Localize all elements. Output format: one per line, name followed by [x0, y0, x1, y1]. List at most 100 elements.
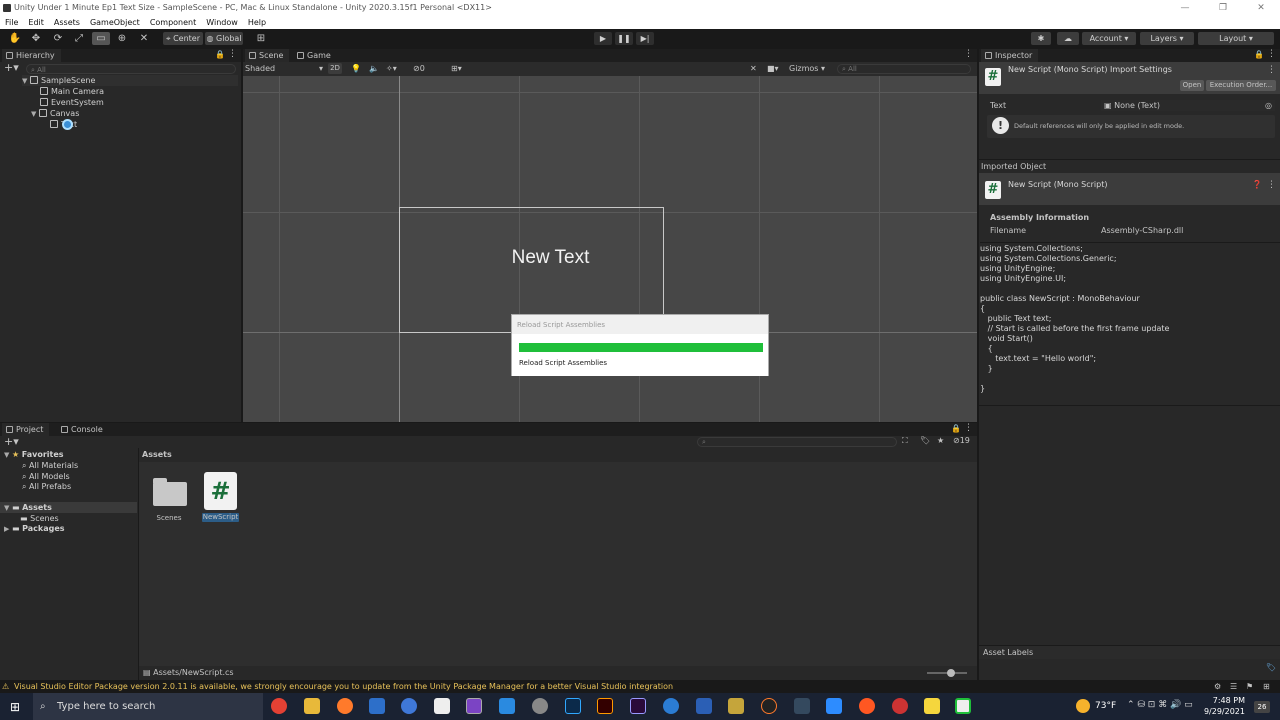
layers-dropdown[interactable]: Layers ▾	[1140, 32, 1194, 45]
tab-inspector[interactable]: Inspector	[981, 49, 1039, 62]
panel-menu-icon[interactable]: ⋮	[964, 423, 973, 433]
panel-menu-icon[interactable]: ⋮	[228, 49, 237, 59]
tab-scene[interactable]: Scene	[245, 49, 290, 62]
zoom-slider[interactable]	[927, 669, 967, 677]
add-object-button[interactable]: +▾	[4, 61, 19, 74]
hierarchy-search-input[interactable]: ⌕ All	[26, 64, 236, 74]
hand-tool-icon[interactable]: ✋	[6, 32, 24, 45]
object-picker-icon[interactable]: ◎	[1265, 100, 1272, 111]
menu-component[interactable]: Component	[145, 16, 201, 29]
move-tool-icon[interactable]: ✥	[27, 32, 45, 45]
progress-icon[interactable]: ⚙	[1214, 680, 1221, 693]
component-menu-icon[interactable]: ⋮	[1267, 180, 1276, 190]
help-icon[interactable]: ❓	[1252, 180, 1262, 189]
unity-hub-icon[interactable]	[434, 698, 450, 714]
debug-icon[interactable]: ☰	[1230, 680, 1237, 693]
console-status-bar[interactable]: ⚠ Visual Studio Editor Package version 2…	[0, 680, 977, 693]
menu-assets[interactable]: Assets	[49, 16, 85, 29]
maximize-button[interactable]: ❐	[1204, 0, 1242, 16]
asset-scenes-label[interactable]: Scenes	[149, 514, 189, 522]
tools-icon[interactable]: ✕	[750, 62, 757, 76]
panel-menu-icon[interactable]: ⋮	[1267, 49, 1276, 59]
pause-button[interactable]: ❚❚	[615, 32, 633, 45]
auto-generate-icon[interactable]: ⚑	[1246, 680, 1253, 693]
app-icon[interactable]	[663, 698, 679, 714]
transform-tool-icon[interactable]: ⊕	[113, 32, 131, 45]
project-search-input[interactable]: ⌕	[697, 437, 897, 447]
app-icon[interactable]	[859, 698, 875, 714]
text-object-field[interactable]: ▣ None (Text) ◎	[1101, 100, 1275, 111]
weather-sun-icon[interactable]	[1076, 699, 1090, 713]
execution-order-button[interactable]: Execution Order...	[1206, 80, 1276, 91]
network-icon[interactable]: ⊞	[1263, 680, 1270, 693]
scene-search-input[interactable]: ⌕ All	[837, 64, 971, 74]
favorite-all-materials[interactable]: ⌕ All Materials	[22, 460, 78, 471]
lock-icon[interactable]: 🔒	[1254, 50, 1264, 59]
unity-editor-icon[interactable]	[955, 698, 971, 714]
tray-icons[interactable]: ⌃ ⛁ ⊡ ⌘ 🔊 ▭	[1127, 700, 1193, 710]
custom-tool-icon[interactable]: ✕	[135, 32, 153, 45]
step-button[interactable]: ▶|	[636, 32, 654, 45]
clock-time[interactable]: 7:48 PM	[1205, 696, 1245, 705]
windows-start-icon[interactable]: ⊞	[10, 700, 20, 714]
photoshop-icon[interactable]	[565, 698, 581, 714]
grid-toggle-icon[interactable]: ⊞▾	[451, 62, 462, 76]
rect-tool-icon[interactable]: ▭	[92, 32, 110, 45]
favorite-all-prefabs[interactable]: ⌕ All Prefabs	[22, 481, 71, 492]
effects-icon[interactable]: ✧▾	[386, 62, 397, 76]
assets-folder[interactable]: ▼ ▬ Assets	[0, 502, 137, 513]
lighting-icon[interactable]: 💡	[351, 62, 361, 76]
pivot-global-button[interactable]: ◍ Global	[205, 32, 243, 45]
rotate-tool-icon[interactable]: ⟳	[49, 32, 67, 45]
chrome-icon[interactable]	[271, 698, 287, 714]
menu-help[interactable]: Help	[243, 16, 271, 29]
gizmos-dropdown[interactable]: Gizmos ▾	[789, 62, 825, 76]
play-button[interactable]: ▶	[594, 32, 612, 45]
account-dropdown[interactable]: Account ▾	[1082, 32, 1136, 45]
premiere-icon[interactable]	[630, 698, 646, 714]
panel-menu-icon[interactable]: ⋮	[964, 49, 973, 59]
scale-tool-icon[interactable]: ⤢	[70, 32, 88, 45]
hierarchy-item-canvas[interactable]: ▼ Canvas	[31, 108, 79, 119]
tab-console[interactable]: Console	[57, 423, 109, 436]
component-menu-icon[interactable]: ⋮	[1267, 65, 1276, 75]
tab-game[interactable]: Game	[293, 49, 337, 62]
asset-newscript-label[interactable]: NewScript	[202, 513, 239, 522]
hierarchy-item-eventsystem[interactable]: EventSystem	[40, 97, 104, 108]
favorites-star-icon[interactable]: ★	[937, 436, 944, 445]
blender-icon[interactable]	[761, 698, 777, 714]
camera-icon[interactable]: ■▾	[767, 62, 779, 76]
breadcrumb[interactable]: Assets	[139, 448, 977, 462]
search-by-label-icon[interactable]: 🏷	[920, 436, 930, 445]
2d-toggle[interactable]: 2D	[328, 63, 342, 74]
create-asset-button[interactable]: +▾	[4, 435, 19, 448]
folder-icon[interactable]	[153, 478, 187, 506]
favorites-folder[interactable]: ▼ ★ Favorites	[4, 449, 64, 460]
packages-folder[interactable]: ▶ ▬ Packages	[4, 523, 65, 534]
layout-dropdown[interactable]: Layout ▾	[1198, 32, 1274, 45]
messenger-icon[interactable]	[401, 698, 417, 714]
pivot-center-button[interactable]: ⌖ Center	[163, 32, 203, 45]
hidden-objects-icon[interactable]: ⊘0	[413, 62, 425, 76]
hierarchy-item-text[interactable]: Text	[50, 119, 77, 130]
illustrator-icon[interactable]	[597, 698, 613, 714]
obs-icon[interactable]	[532, 698, 548, 714]
cloud-icon[interactable]: ☁	[1057, 32, 1079, 45]
powershell-icon[interactable]	[369, 698, 385, 714]
menu-edit[interactable]: Edit	[23, 16, 49, 29]
hierarchy-scene-row[interactable]: ▼ SampleScene	[22, 75, 238, 86]
app-icon[interactable]	[892, 698, 908, 714]
open-button[interactable]: Open	[1180, 80, 1204, 91]
sticky-notes-icon[interactable]	[924, 698, 940, 714]
collab-icon[interactable]: ✱	[1031, 32, 1051, 45]
app-icon[interactable]	[794, 698, 810, 714]
shading-mode-dropdown[interactable]: Shaded ▾	[245, 62, 323, 76]
audio-icon[interactable]: 🔈	[369, 62, 379, 76]
menu-window[interactable]: Window	[201, 16, 243, 29]
slider-handle[interactable]	[947, 669, 955, 677]
csharp-script-icon[interactable]: #	[204, 472, 237, 510]
outlook-icon[interactable]	[696, 698, 712, 714]
menu-file[interactable]: File	[0, 16, 23, 29]
label-tag-icon[interactable]: 🏷	[1266, 663, 1276, 672]
close-button[interactable]: ✕	[1242, 0, 1280, 16]
